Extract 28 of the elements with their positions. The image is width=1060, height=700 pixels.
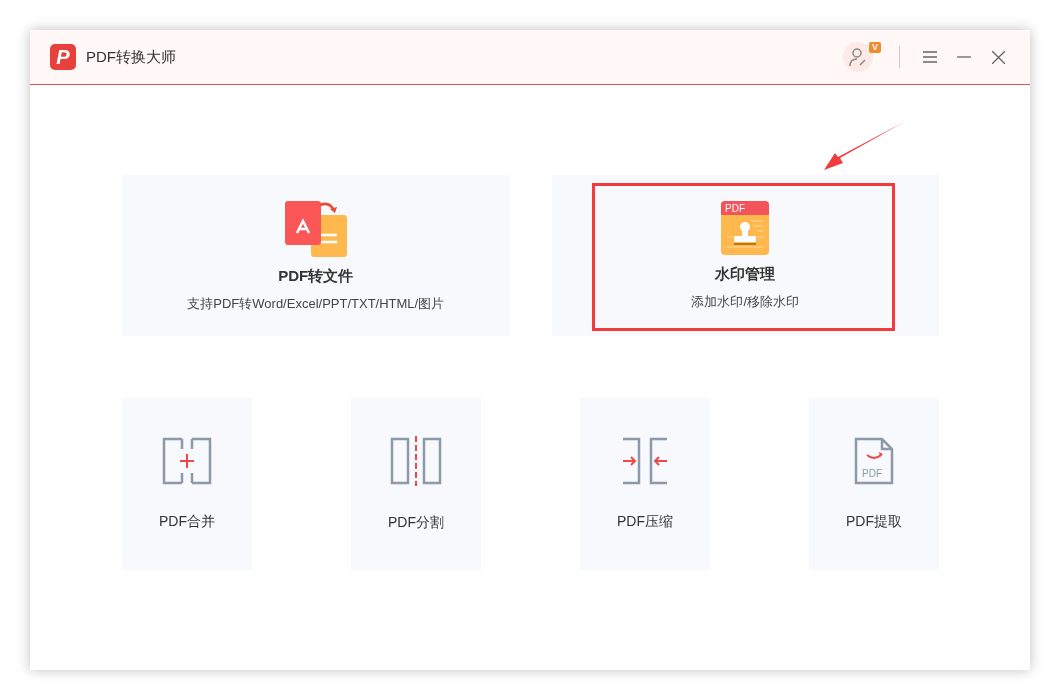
compress-icon <box>621 437 669 485</box>
merge-icon <box>162 437 212 485</box>
tool-card[interactable]: PDF PDF提取 <box>809 398 939 570</box>
card-subtitle: 支持PDF转Word/Excel/PPT/TXT/HTML/图片 <box>187 294 445 313</box>
pdf-file-icon: PDF <box>854 437 894 485</box>
tool-card[interactable]: PDF合并 <box>122 398 252 570</box>
pdf-to-file-icon <box>282 198 349 257</box>
window-title: PDF转换大师 <box>86 47 177 67</box>
minimize-icon <box>957 56 971 58</box>
tool-label: PDF分割 <box>388 514 444 532</box>
tool-card[interactable]: PDF分割 <box>351 398 481 570</box>
user-icon <box>848 47 868 67</box>
card-title: 水印管理 <box>715 264 776 284</box>
close-icon <box>991 50 1005 64</box>
menu-icon <box>923 51 937 63</box>
app-logo: P <box>50 44 76 70</box>
user-button[interactable] <box>843 42 873 72</box>
tool-label: PDF合并 <box>159 513 215 531</box>
stamp-document-icon: PDF <box>721 200 770 255</box>
tool-card[interactable]: PDF压缩 <box>580 398 710 570</box>
card-title: PDF转文件 <box>278 266 354 286</box>
feature-card[interactable]: PDF 水印管理 添加水印/移除水印 <box>551 175 939 336</box>
tool-label: PDF压缩 <box>617 513 673 531</box>
vip-badge: V <box>869 42 881 53</box>
split-icon <box>390 436 442 486</box>
card-subtitle: 添加水印/移除水印 <box>691 292 800 311</box>
tool-label: PDF提取 <box>846 513 902 531</box>
feature-card[interactable]: PDF转文件 支持PDF转Word/Excel/PPT/TXT/HTML/图片 <box>122 175 510 336</box>
